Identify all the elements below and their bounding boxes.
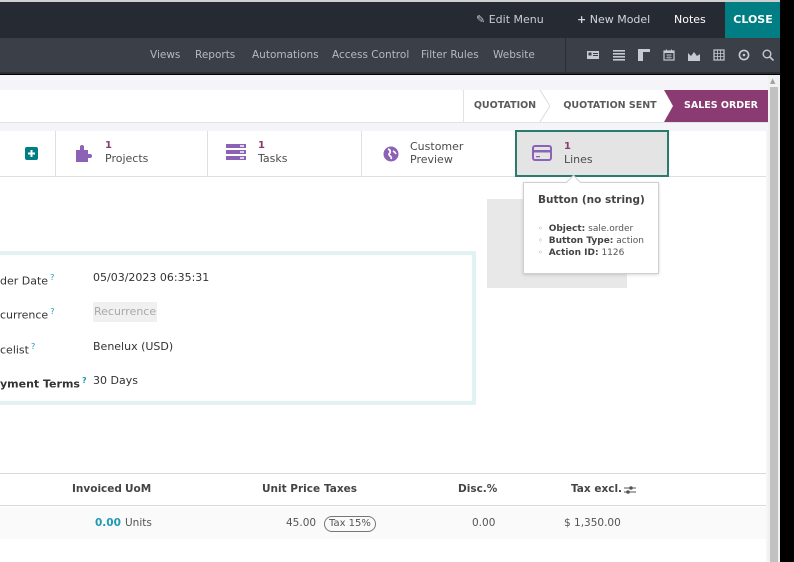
cell-uom: Units	[125, 517, 152, 529]
pencil-icon: ✎	[476, 13, 486, 26]
help-icon: ?	[50, 307, 55, 316]
credit-card-icon	[532, 145, 552, 161]
optional-columns-icon[interactable]	[624, 484, 636, 496]
cell-subtotal: $ 1,350.00	[564, 517, 621, 529]
tooltip-details: Object: sale.order Button Type: action A…	[538, 223, 644, 259]
globe-icon	[383, 146, 399, 162]
col-tax-excl[interactable]: Tax excl.	[571, 474, 622, 505]
access-control-link[interactable]: Access Control	[332, 38, 409, 72]
order-date-value[interactable]: 05/03/2023 06:35:31	[93, 268, 209, 288]
projects-smart-button[interactable]: 1 Projects	[56, 131, 208, 176]
cell-discount: 0.00	[472, 517, 496, 529]
status-bar: QUOTATION QUOTATION SENT SALES ORDER	[0, 90, 768, 123]
smart-buttons-bar: 1 Projects 1 Tasks Customer Preview 1 Li…	[0, 130, 766, 177]
stage-quotation-sent[interactable]: QUOTATION SENT	[554, 90, 666, 122]
studio-subbar: Views Reports Automations Access Control…	[0, 38, 780, 74]
scroll-up-icon[interactable]: ▲	[770, 77, 775, 85]
views-link[interactable]: Views	[150, 38, 180, 72]
recurrence-input[interactable]: Recurrence	[93, 302, 158, 322]
puzzle-icon	[76, 145, 92, 162]
help-icon: ?	[81, 376, 87, 385]
edit-menu-button[interactable]: ✎ Edit Menu	[476, 2, 544, 38]
pricelist-label: celist?	[0, 342, 36, 357]
search-view-icon[interactable]	[762, 49, 774, 61]
recurrence-label: currence?	[0, 307, 55, 322]
tooltip-button-type: Button Type: action	[538, 235, 644, 247]
tooltip-object: Object: sale.order	[538, 223, 644, 235]
stage-separator	[539, 90, 551, 122]
col-taxes[interactable]: Taxes	[324, 474, 357, 505]
cell-unit-price: 45.00	[286, 517, 317, 529]
notes-button[interactable]: Notes	[674, 2, 706, 38]
website-link[interactable]: Website	[493, 38, 535, 72]
order-line-row[interactable]: 0.00 Units 45.00 Tax 15% 0.00 $ 1,350.00	[0, 507, 766, 539]
top-navbar: ✎ Edit Menu + New Model Notes CLOSE	[0, 0, 781, 38]
payment-terms-value[interactable]: 30 Days	[93, 371, 138, 391]
order-date-label: der Date?	[0, 273, 55, 288]
col-uom[interactable]: UoM	[125, 474, 151, 505]
reports-link[interactable]: Reports	[195, 38, 235, 72]
stage-arrow	[664, 90, 674, 122]
activity-view-icon[interactable]	[738, 49, 750, 61]
filter-rules-link[interactable]: Filter Rules	[421, 38, 479, 72]
order-lines-header: Invoiced UoM Unit Price Taxes Disc.% Tax…	[0, 473, 766, 506]
cell-invoiced: 0.00	[95, 517, 121, 529]
col-unit-price[interactable]: Unit Price	[262, 474, 320, 505]
tax-badge: Tax 15%	[324, 516, 376, 532]
payment-terms-label: yment Terms?	[0, 376, 87, 391]
stage-quotation[interactable]: QUOTATION	[466, 90, 544, 122]
form-content: QUOTATION QUOTATION SENT SALES ORDER 1 P…	[0, 75, 768, 562]
order-info-group: der Date? 05/03/2023 06:35:31 currence? …	[0, 251, 476, 405]
tasks-icon	[226, 144, 246, 160]
lines-smart-button[interactable]: 1 Lines	[515, 130, 669, 177]
plus-square-icon	[25, 147, 38, 160]
pricelist-value[interactable]: Benelux (USD)	[93, 337, 173, 357]
new-model-button[interactable]: + New Model	[577, 2, 650, 38]
debug-tooltip: Button (no string) Object: sale.order Bu…	[523, 182, 659, 274]
stage-sales-order[interactable]: SALES ORDER	[674, 90, 768, 122]
close-button[interactable]: CLOSE	[725, 2, 781, 38]
tooltip-action-id: Action ID: 1126	[538, 247, 644, 259]
scrollbar-thumb[interactable]	[770, 87, 778, 562]
screen-edge	[780, 0, 794, 562]
col-invoiced[interactable]: Invoiced	[72, 474, 122, 505]
customer-preview-smart-button[interactable]: Customer Preview	[362, 131, 516, 176]
help-icon: ?	[30, 342, 36, 351]
graph-view-icon[interactable]	[688, 49, 700, 61]
plus-icon: +	[577, 13, 587, 26]
list-view-icon[interactable]	[613, 49, 625, 61]
help-icon: ?	[50, 273, 55, 282]
form-sheet: 1 Projects 1 Tasks Customer Preview 1 Li…	[0, 130, 768, 562]
kanban-view-icon[interactable]	[638, 49, 650, 61]
form-view-icon[interactable]	[587, 49, 599, 61]
calendar-view-icon[interactable]	[663, 49, 675, 61]
sheet-paper: 1 Projects 1 Tasks Customer Preview 1 Li…	[0, 130, 766, 562]
pivot-view-icon[interactable]	[713, 49, 725, 61]
divider	[463, 90, 464, 122]
automations-link[interactable]: Automations	[252, 38, 319, 72]
vertical-scrollbar[interactable]: ▲	[768, 75, 780, 562]
col-discount[interactable]: Disc.%	[458, 474, 497, 505]
divider	[565, 38, 566, 72]
tasks-smart-button[interactable]: 1 Tasks	[208, 131, 362, 176]
add-smart-button[interactable]	[0, 131, 56, 176]
